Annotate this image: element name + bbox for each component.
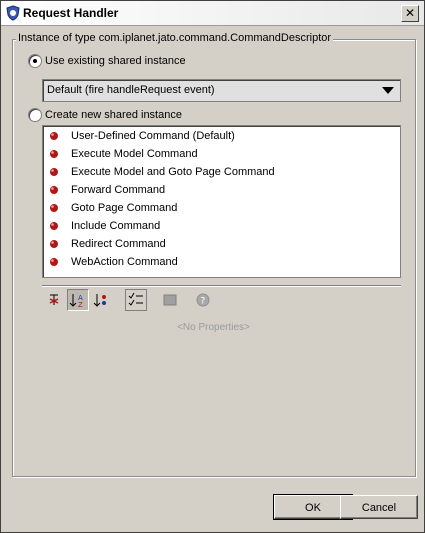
toolbar-separator bbox=[42, 285, 401, 287]
command-label: WebAction Command bbox=[71, 256, 178, 268]
command-bean-icon bbox=[50, 186, 58, 194]
command-bean-icon bbox=[50, 150, 58, 158]
svg-text:Z: Z bbox=[78, 301, 83, 309]
command-bean-icon bbox=[50, 168, 58, 176]
window-title: Request Handler bbox=[23, 6, 119, 20]
command-label: Forward Command bbox=[71, 184, 166, 196]
command-list-item[interactable]: User-Defined Command (Default) bbox=[43, 128, 400, 146]
command-label: User-Defined Command (Default) bbox=[71, 130, 235, 142]
request-handler-dialog: Request Handler ✕ Instance of type com.i… bbox=[0, 0, 425, 533]
cancel-button[interactable]: Cancel bbox=[340, 495, 418, 519]
command-list-item[interactable]: Include Command bbox=[43, 218, 400, 236]
group-legend: Instance of type com.iplanet.jato.comman… bbox=[16, 32, 334, 44]
close-icon: ✕ bbox=[404, 6, 416, 20]
title-bar[interactable]: Request Handler ✕ bbox=[1, 1, 424, 26]
combo-value: Default (fire handleRequest event) bbox=[47, 84, 215, 96]
sort-by-type-button[interactable] bbox=[91, 289, 113, 311]
dropdown-arrow-icon[interactable] bbox=[382, 87, 394, 94]
close-button[interactable]: ✕ bbox=[401, 5, 419, 22]
command-label: Goto Page Command bbox=[71, 202, 178, 214]
command-label: Execute Model and Goto Page Command bbox=[71, 166, 275, 178]
help-icon: ? bbox=[196, 293, 210, 307]
use-existing-radio[interactable] bbox=[28, 54, 42, 68]
command-label: Include Command bbox=[71, 220, 161, 232]
use-existing-label[interactable]: Use existing shared instance bbox=[45, 55, 186, 67]
customize-icon bbox=[163, 294, 177, 306]
svg-text:?: ? bbox=[201, 297, 206, 307]
unsorted-button[interactable] bbox=[43, 289, 65, 311]
create-new-radio[interactable] bbox=[28, 108, 42, 122]
command-list-item[interactable]: Forward Command bbox=[43, 182, 400, 200]
command-bean-icon bbox=[50, 132, 58, 140]
command-label: Execute Model Command bbox=[71, 148, 198, 160]
command-bean-icon bbox=[50, 258, 58, 266]
app-shield-icon bbox=[6, 5, 20, 21]
command-list-item[interactable]: Redirect Command bbox=[43, 236, 400, 254]
shared-instance-combo[interactable]: Default (fire handleRequest event) bbox=[42, 79, 401, 102]
command-list-item[interactable]: Execute Model Command bbox=[43, 146, 400, 164]
sort-by-name-button[interactable]: A Z bbox=[67, 289, 89, 311]
radio-selected-dot bbox=[33, 59, 37, 63]
command-label: Redirect Command bbox=[71, 238, 166, 250]
property-sheet-button[interactable] bbox=[125, 289, 147, 311]
command-list-item[interactable]: Execute Model and Goto Page Command bbox=[43, 164, 400, 182]
command-list-item[interactable]: Goto Page Command bbox=[43, 200, 400, 218]
unsorted-icon bbox=[49, 294, 59, 305]
create-new-label[interactable]: Create new shared instance bbox=[45, 109, 182, 121]
no-properties-text: <No Properties> bbox=[177, 322, 250, 333]
command-list[interactable]: User-Defined Command (Default) Execute Mo… bbox=[42, 125, 401, 278]
command-list-item[interactable]: WebAction Command bbox=[43, 254, 400, 272]
help-button[interactable]: ? bbox=[192, 289, 214, 311]
customize-button[interactable] bbox=[159, 289, 181, 311]
sort-by-name-icon: A Z bbox=[69, 294, 83, 309]
sort-by-type-icon bbox=[93, 294, 106, 307]
property-sheet-icon bbox=[128, 292, 143, 306]
command-bean-icon bbox=[50, 240, 58, 248]
command-bean-icon bbox=[50, 222, 58, 230]
command-bean-icon bbox=[50, 204, 58, 212]
